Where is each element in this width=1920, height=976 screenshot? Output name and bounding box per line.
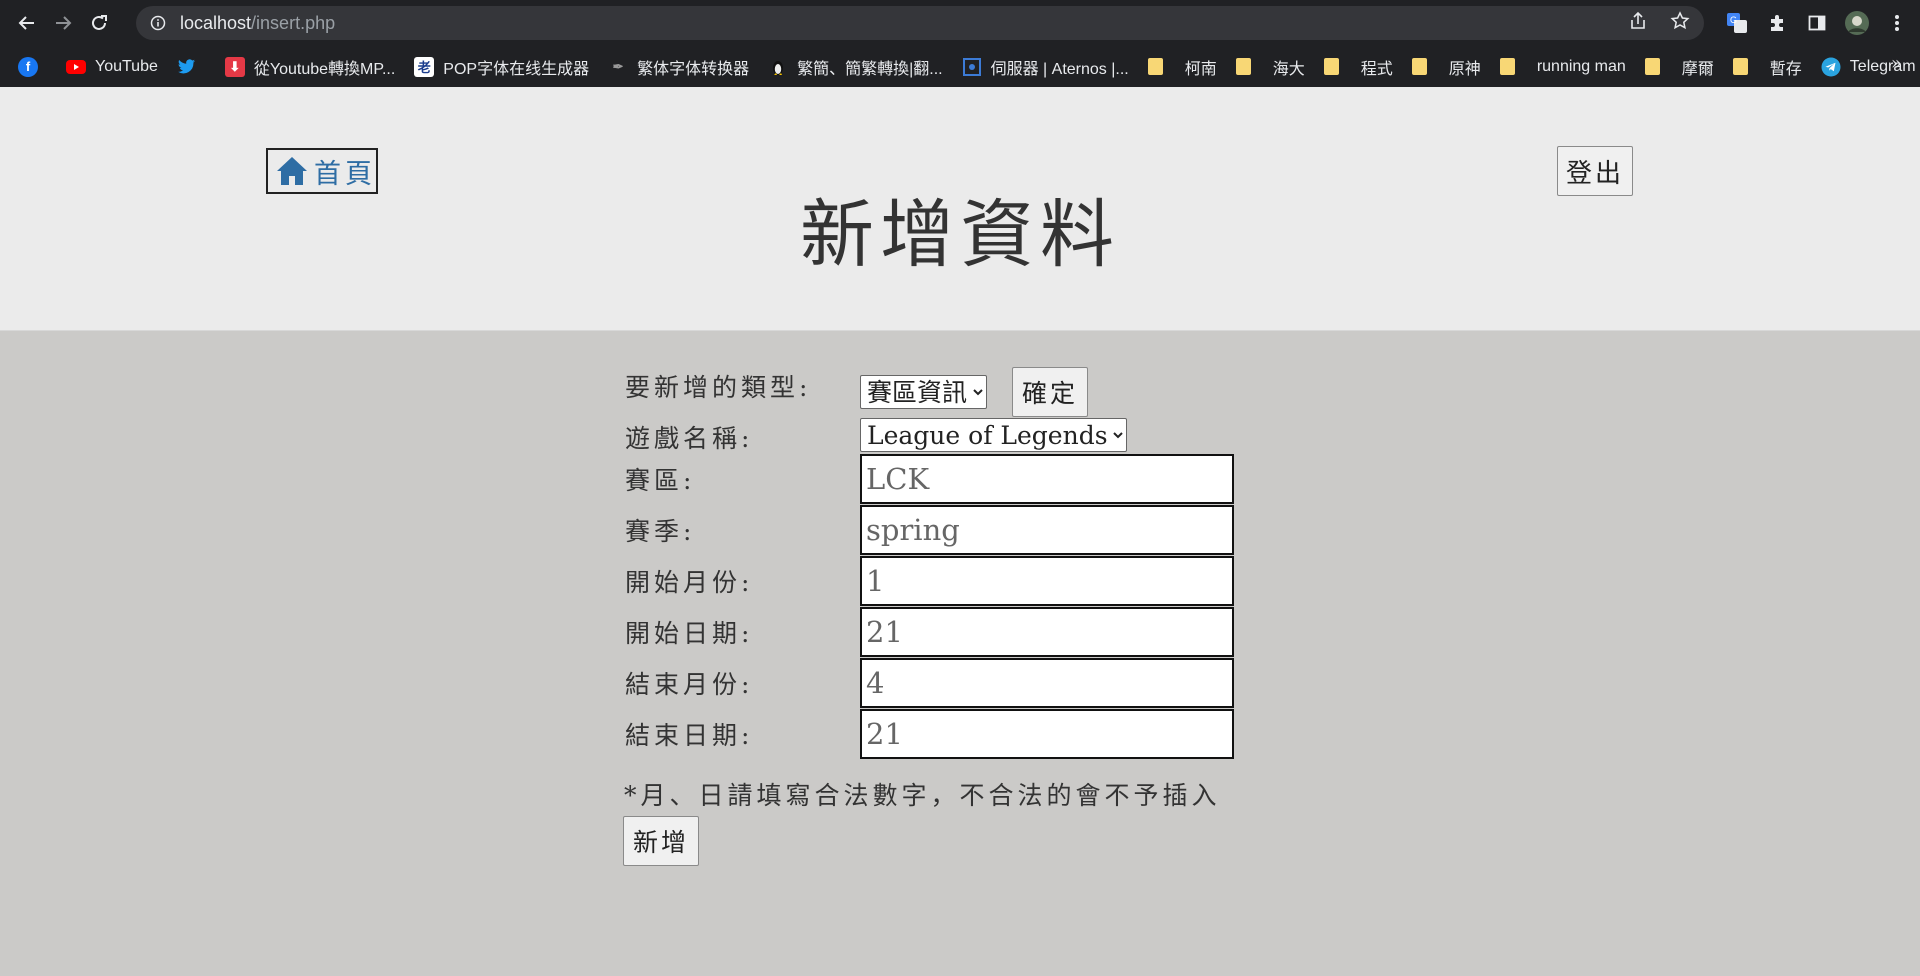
side-panel-icon[interactable] (1804, 10, 1830, 36)
info-icon[interactable] (150, 15, 166, 31)
arrow-right-icon (56, 16, 72, 30)
confirm-button[interactable]: 確定 (1012, 367, 1088, 417)
pop-icon: 老 (414, 56, 435, 77)
season-label: 賽季: (625, 517, 696, 546)
end-day-input[interactable] (860, 709, 1234, 759)
bookmark-label: Telegram Web (1849, 57, 1920, 75)
bookmark-label: 繁簡、簡繁轉換|翻... (797, 60, 943, 78)
page-header: 首頁 新增資料 登出 (0, 87, 1920, 331)
start-month-input[interactable] (860, 556, 1234, 606)
aternos-icon (962, 57, 982, 77)
start-day-label: 開始日期: (625, 619, 754, 648)
bookmark-pop-font[interactable]: 老 POP字体在线生成器 (414, 55, 589, 79)
type-row: 要新增的類型: 賽區資訊 確定 (624, 367, 1324, 419)
end-month-input[interactable] (860, 658, 1234, 708)
bookmark-aternos[interactable]: 伺服器 | Aternos |... (962, 55, 1129, 79)
bookmark-twitter[interactable] (177, 57, 206, 77)
arrow-left-icon (18, 16, 34, 30)
svg-text:G: G (1730, 15, 1737, 25)
folder-icon (1499, 58, 1515, 75)
bookmark-telegram[interactable]: Telegram Web (1821, 57, 1920, 77)
bookmark-folder-moer[interactable]: 摩爾 (1644, 55, 1714, 79)
end-day-label: 結束日期: (625, 721, 754, 750)
extension-icons: G (1724, 6, 1910, 40)
type-select[interactable]: 賽區資訊 (860, 375, 987, 409)
bookmark-star-icon[interactable] (1670, 10, 1690, 36)
bookmark-font-converter[interactable]: ✒ 繁体字体转换器 (608, 55, 749, 79)
folder-icon (1323, 58, 1339, 75)
submit-button[interactable]: 新增 (623, 816, 699, 866)
region-input[interactable] (860, 454, 1234, 504)
address-bar[interactable]: localhost/insert.php (136, 6, 1704, 40)
url-path: /insert.php (251, 12, 336, 33)
folder-icon (1644, 58, 1660, 75)
bookmark-youtube-mp3[interactable]: ⬇ 從Youtube轉換MP... (224, 55, 396, 79)
bookmark-label: 海大 (1272, 60, 1305, 78)
share-icon[interactable] (1628, 11, 1648, 36)
url-host: localhost (180, 12, 252, 33)
game-select[interactable]: League of Legends (860, 418, 1127, 452)
bookmarks-overflow-button[interactable]: » (1891, 53, 1902, 74)
start-month-label: 開始月份: (625, 568, 754, 597)
youtube-icon (66, 57, 86, 77)
folder-icon (1235, 58, 1251, 75)
bookmark-label: 暫存 (1769, 60, 1802, 78)
reload-button[interactable] (81, 5, 117, 41)
folder-icon (1732, 58, 1748, 75)
bookmark-label: POP字体在线生成器 (443, 60, 590, 78)
folder-icon (1147, 58, 1163, 75)
bookmark-facebook[interactable]: f (18, 56, 47, 77)
bookmark-label: 柯南 (1184, 60, 1217, 78)
bookmark-label: 程式 (1360, 60, 1393, 78)
bookmark-folder-conan[interactable]: 柯南 (1147, 55, 1217, 79)
bookmark-folder-haida[interactable]: 海大 (1235, 55, 1305, 79)
bookmark-label: 從Youtube轉換MP... (253, 60, 396, 78)
bookmark-label: 繁体字体转换器 (637, 60, 750, 78)
game-label: 遊戲名稱: (625, 424, 754, 453)
penguin-icon (768, 57, 788, 77)
bookmark-folder-temp[interactable]: 暫存 (1732, 55, 1802, 79)
end-month-label: 結束月份: (625, 670, 754, 699)
folder-icon (1411, 58, 1427, 75)
puzzle-icon[interactable] (1764, 10, 1790, 36)
validation-note: *月、日請填寫合法數字，不合法的會不予插入 (624, 781, 1221, 810)
logout-button[interactable]: 登出 (1557, 146, 1633, 196)
telegram-icon (1821, 57, 1841, 77)
bookmarks-bar: f YouTube ⬇ 從Youtube轉換MP... 老 POP字体在线生成器… (0, 46, 1920, 87)
reload-icon (92, 15, 107, 30)
end-day-row: 結束日期: (624, 709, 1324, 776)
region-label: 賽區: (625, 466, 696, 495)
bookmark-folder-running-man[interactable]: running man (1499, 57, 1626, 76)
menu-kebab-icon[interactable] (1884, 10, 1910, 36)
browser-toolbar: localhost/insert.php G (0, 0, 1920, 46)
bookmark-folder-genshin[interactable]: 原神 (1411, 55, 1481, 79)
back-button[interactable] (9, 5, 45, 41)
bookmark-label: YouTube (95, 57, 158, 75)
season-input[interactable] (860, 505, 1234, 555)
facebook-icon: f (18, 56, 38, 77)
bookmark-label: 伺服器 | Aternos |... (990, 60, 1129, 78)
twitter-icon (177, 57, 197, 77)
address-bar-actions (1628, 6, 1690, 40)
insert-form: 要新增的類型: 賽區資訊 確定 遊戲名稱: League of Legends … (624, 367, 1324, 776)
converter-icon: ✒ (612, 58, 624, 74)
bookmark-youtube[interactable]: YouTube (66, 57, 158, 77)
bookmark-label: running man (1536, 57, 1626, 75)
bookmark-label: 摩爾 (1681, 60, 1714, 78)
bookmark-folder-code[interactable]: 程式 (1323, 55, 1393, 79)
type-label: 要新增的類型: (625, 373, 812, 402)
start-day-input[interactable] (860, 607, 1234, 657)
bookmark-label: 原神 (1448, 60, 1481, 78)
google-translate-icon[interactable]: G (1724, 10, 1750, 36)
bookmark-translate[interactable]: 繁簡、簡繁轉換|翻... (768, 55, 943, 79)
download-icon: ⬇ (224, 56, 245, 77)
forward-button[interactable] (45, 5, 81, 41)
avatar[interactable] (1844, 10, 1870, 36)
browser-chrome: localhost/insert.php G f YouTube ⬇ 從Yout… (0, 0, 1920, 87)
